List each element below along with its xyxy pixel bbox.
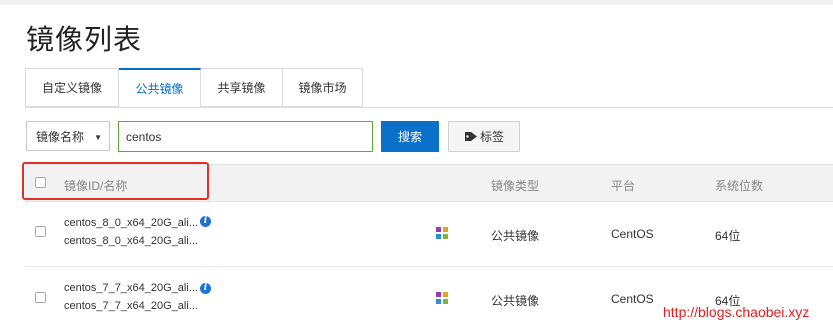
tab-image-market[interactable]: 镜像市场 (283, 68, 363, 107)
top-bar (0, 0, 833, 5)
image-id-link[interactable]: centos_7_7_x64_20G_ali... (64, 282, 198, 294)
info-icon[interactable]: i (200, 216, 211, 227)
tab-custom-images[interactable]: 自定义镜像 (25, 68, 119, 107)
info-icon[interactable]: i (200, 283, 211, 294)
image-name: centos_8_0_x64_20G_ali... (64, 235, 198, 247)
header-type: 镜像类型 (491, 179, 540, 193)
page-title: 镜像列表 (26, 23, 143, 56)
tag-icon (464, 132, 477, 141)
watermark-text: http://blogs.chaobei.xyz (663, 304, 810, 320)
image-bits: 64位 (715, 229, 741, 243)
highlight-box (22, 162, 209, 200)
header-platform: 平台 (611, 179, 636, 193)
os-logo-icon (436, 292, 448, 304)
caret-down-icon: ▼ (94, 133, 102, 142)
header-bits: 系统位数 (715, 179, 764, 193)
search-field-label: 镜像名称 (36, 129, 85, 144)
image-id-link[interactable]: centos_8_0_x64_20G_ali... (64, 217, 198, 229)
tag-button-label: 标签 (479, 130, 504, 144)
tab-shared-images[interactable]: 共享镜像 (201, 68, 283, 107)
image-platform: CentOS (611, 227, 654, 241)
search-input[interactable] (118, 121, 373, 152)
tabs-divider (25, 107, 833, 108)
search-field-select[interactable]: 镜像名称 ▼ (26, 121, 110, 151)
image-name: centos_7_7_x64_20G_ali... (64, 300, 198, 312)
row-checkbox[interactable] (35, 292, 46, 303)
image-platform: CentOS (611, 292, 654, 306)
search-button[interactable]: 搜索 (381, 121, 439, 152)
tag-button[interactable]: 标签 (448, 121, 520, 152)
table-row: centos_7_7_x64_20G_ali... centos_7_7_x64… (25, 267, 833, 333)
image-type: 公共镜像 (491, 229, 540, 243)
table-row: centos_8_0_x64_20G_ali... centos_8_0_x64… (25, 202, 833, 267)
image-type: 公共镜像 (491, 294, 540, 308)
os-logo-icon (436, 227, 448, 239)
image-tabs: 自定义镜像 公共镜像 共享镜像 镜像市场 (25, 68, 363, 108)
row-checkbox[interactable] (35, 226, 46, 237)
tab-public-images[interactable]: 公共镜像 (119, 68, 201, 108)
